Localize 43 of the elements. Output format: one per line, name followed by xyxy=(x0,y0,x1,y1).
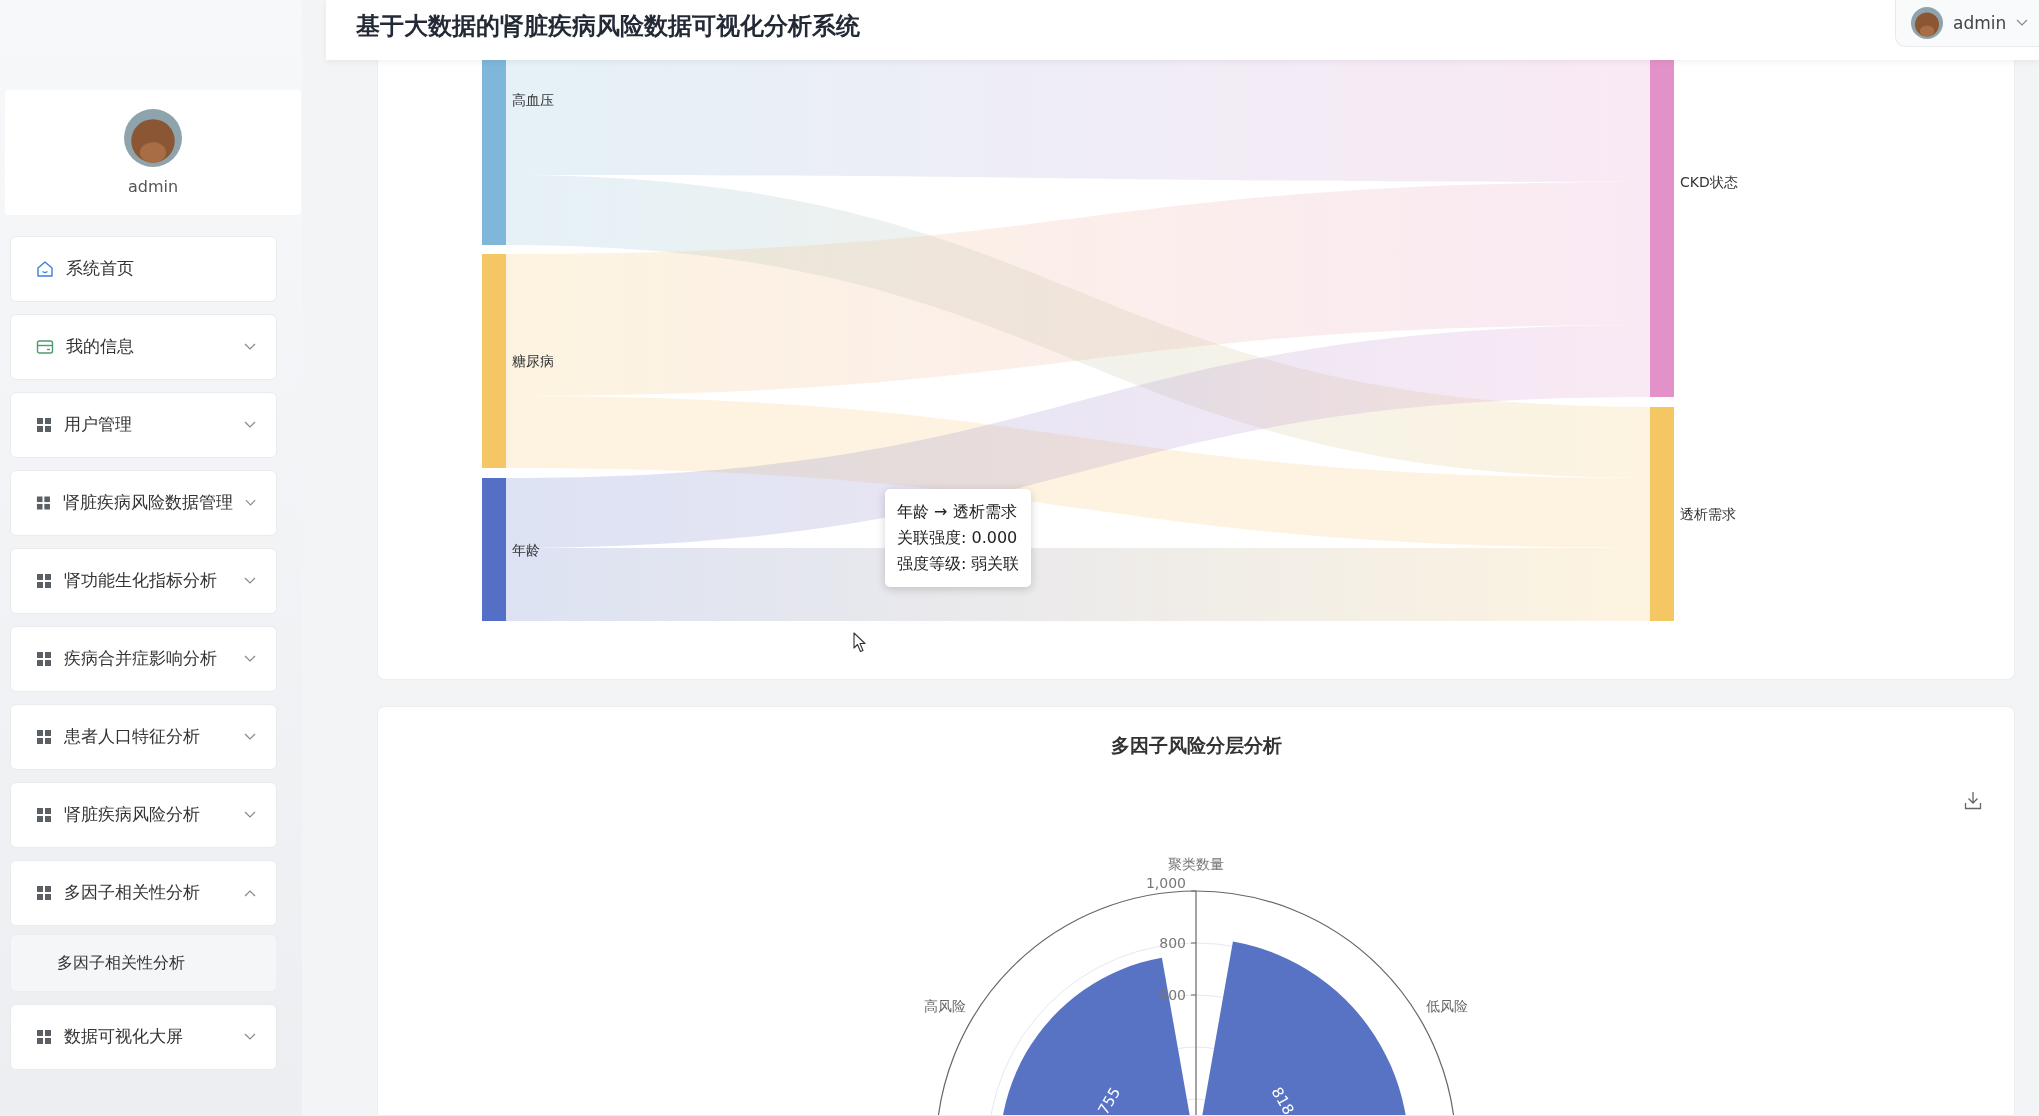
axis-title: 聚类数量 xyxy=(1168,856,1224,872)
submenu-item[interactable]: 多因子相关性分析 xyxy=(10,934,277,992)
home-icon xyxy=(36,260,54,278)
menu-item[interactable]: 患者人口特征分析 xyxy=(10,704,277,770)
menu-item[interactable]: 用户管理 xyxy=(10,392,277,458)
category-label: 高风险 xyxy=(923,998,966,1014)
grid-icon xyxy=(36,729,52,745)
menu-item[interactable]: 疾病合并症影响分析 xyxy=(10,626,277,692)
menu-item[interactable]: 数据可视化大屏 xyxy=(10,1004,277,1070)
app-title: 基于大数据的肾脏疾病风险数据可视化分析系统 xyxy=(356,11,860,42)
user-menu-button[interactable]: admin xyxy=(1895,0,2039,47)
grid-icon xyxy=(36,495,51,511)
cursor-icon xyxy=(853,632,867,653)
menu-item[interactable]: 我的信息 xyxy=(10,314,277,380)
grid-icon xyxy=(36,417,52,433)
tooltip-text: 关联强度: 0.000 xyxy=(897,527,1019,549)
category-label: 低风险 xyxy=(1426,998,1469,1014)
node-label: 透析需求 xyxy=(1680,506,1736,522)
user-name: admin xyxy=(127,177,179,196)
tooltip-text: 年龄 → 透析需求 xyxy=(897,501,1018,523)
node-label: 年龄 xyxy=(512,541,540,558)
menu-item[interactable]: 肾功能生化指标分析 xyxy=(10,548,277,614)
menu-item[interactable]: 肾脏疾病风险分析 xyxy=(10,782,277,848)
tick-label: 1,000 xyxy=(1145,875,1186,891)
node-label: 高血压 xyxy=(512,92,554,108)
download-icon[interactable] xyxy=(1964,791,1982,810)
menu-item[interactable]: 多因子相关性分析 xyxy=(10,860,277,926)
grid-icon xyxy=(36,573,52,589)
menu-item[interactable]: 系统首页 xyxy=(10,236,277,302)
menu-item[interactable]: 肾脏疾病风险数据管理 xyxy=(10,470,277,536)
tooltip-text: 强度等级: 弱关联 xyxy=(897,553,1020,575)
grid-icon xyxy=(36,1029,52,1045)
grid-icon xyxy=(36,885,52,901)
tick-label: 800 xyxy=(1159,935,1186,951)
card-icon xyxy=(36,338,54,356)
node-label: 糖尿病 xyxy=(512,353,554,369)
chart-title: 多因子风险分层分析 xyxy=(1109,733,1283,758)
chevron-icon xyxy=(2016,19,2029,27)
grid-icon xyxy=(36,807,52,823)
avatar-icon xyxy=(1911,7,1943,39)
node-label: CKD状态 xyxy=(1680,174,1738,190)
grid-icon xyxy=(36,651,52,667)
avatar-icon xyxy=(124,109,182,167)
